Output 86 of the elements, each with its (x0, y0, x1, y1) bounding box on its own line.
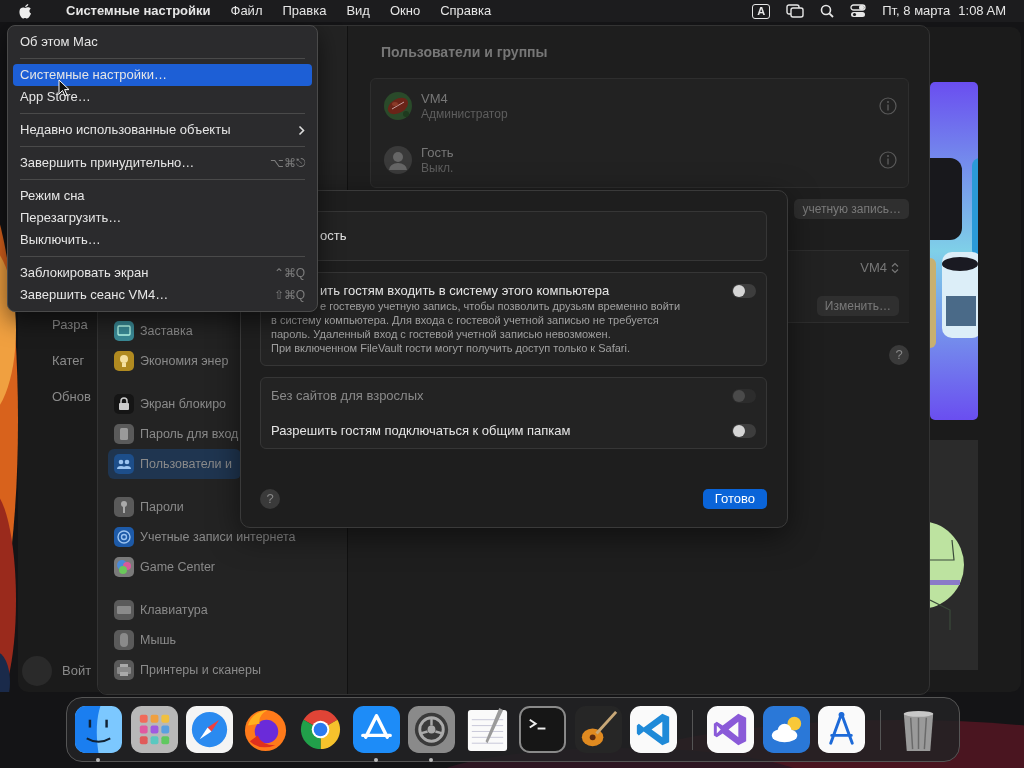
menu-item[interactable]: Выключить… (13, 229, 312, 251)
menu-bar-clock[interactable]: 1:08 AM (958, 1, 1006, 21)
sidebar-item[interactable]: Пароли (108, 492, 190, 522)
terminal-icon[interactable] (519, 706, 566, 753)
chevron-icon (298, 124, 305, 136)
menu-item[interactable]: Перезагрузить… (13, 207, 312, 229)
monitor-icon (114, 321, 134, 341)
toggle-switch[interactable] (732, 284, 756, 298)
avatar-icon (384, 146, 412, 174)
menu-item[interactable]: Заблокировать экран ⌃⌘Q (13, 262, 312, 284)
sidebar-item[interactable]: Катег (52, 353, 85, 369)
toggle-switch[interactable] (732, 423, 756, 438)
sidebar-item[interactable]: Game Center (108, 552, 222, 582)
sidebar-item[interactable]: Экран блокиро (108, 389, 233, 419)
ribbon-icon[interactable] (630, 706, 677, 753)
description-text: в систему компьютера. Для входа с гостевой учетной записью не требуется пароль. Удаленный вход с гостевой учетной записью невозможен. (271, 313, 660, 341)
sidebar-item[interactable]: Пользователи и (108, 449, 241, 479)
menu-item[interactable]: Завершить принудительно… ⌥⌘⎋ (13, 152, 312, 174)
search-icon[interactable] (820, 4, 835, 18)
setting-label: ость (320, 227, 347, 246)
card-icon (114, 424, 134, 444)
sidebar-item[interactable]: Пароль для вход (108, 419, 245, 449)
done-button[interactable]: Готово (702, 489, 767, 509)
people-icon (114, 454, 134, 474)
lock-icon (114, 394, 134, 414)
face-icon[interactable] (75, 706, 122, 753)
menu-title[interactable]: Вид (346, 1, 370, 21)
menu-item[interactable]: Режим сна (13, 185, 312, 207)
toggles-icon[interactable] (850, 4, 867, 18)
shortcut-label: ⇧⌘Q (273, 287, 305, 304)
shortcut-label: ⌥⌘⎋ (270, 155, 305, 172)
updown-chevron-icon (891, 262, 899, 274)
sidebar-item[interactable]: Обнов (52, 389, 91, 405)
sidebar-item[interactable]: Клавиатура (108, 595, 214, 625)
mouse-icon (114, 630, 134, 650)
ribbon-icon[interactable] (707, 706, 754, 753)
sidebar-item[interactable]: Учетные записи интернета (108, 522, 302, 552)
user-role: Выкл. (421, 160, 455, 176)
guitar-icon[interactable] (574, 706, 622, 753)
compass-icon[interactable] (186, 706, 233, 753)
description-text: е гостевую учетную запись, чтобы позволить друзьям временно войти (319, 299, 682, 313)
menu-title[interactable]: Справка (440, 1, 492, 21)
windows-icon[interactable] (786, 4, 805, 18)
sidebar-item[interactable]: Принтеры и сканеры (108, 655, 267, 685)
app-menu[interactable]: Системные настройки (66, 1, 211, 21)
menu-item[interactable]: Недавно использованные объекты (13, 119, 312, 141)
drafting-compass-icon[interactable] (818, 706, 865, 753)
sidebar-item[interactable]: Мышь (108, 625, 182, 655)
grid-icon[interactable] (130, 706, 178, 753)
edit-button[interactable]: Изменить… (816, 296, 899, 316)
keyboard-icon (114, 600, 134, 620)
gear-icon[interactable] (408, 706, 455, 753)
description-text: При включенном FileVault гости могут получить доступ только к Safari. (271, 341, 631, 355)
help-button[interactable]: ? (260, 489, 280, 509)
bulb-icon (114, 351, 134, 371)
printer-icon (114, 660, 134, 680)
page-title: Пользователи и группы (381, 43, 549, 62)
menu-title[interactable]: Файл (230, 1, 263, 21)
user-name: VM4 (421, 90, 449, 107)
setting-label: Разрешить гостям подключаться к общим папкам (271, 421, 571, 440)
sidebar-item[interactable]: Заставка (108, 316, 199, 346)
menu-item[interactable]: Завершить сеанс VM4… ⇧⌘Q (13, 284, 312, 306)
input-source-indicator[interactable]: A (752, 3, 771, 19)
account-label[interactable]: Войт (62, 661, 92, 681)
help-button[interactable]: ? (889, 345, 909, 365)
add-account-button[interactable]: учетную запись… (794, 199, 909, 219)
user-name: Гость (421, 144, 455, 161)
menu-item[interactable]: Системные настройки… (13, 64, 312, 86)
cloud-icon[interactable] (762, 706, 810, 753)
at-sign-icon (114, 527, 134, 547)
setting-label: Без сайтов для взрослых (271, 386, 424, 405)
user-role: Администратор (421, 106, 509, 122)
setting-label: ить гостям входить в систему этого компьютера (320, 283, 610, 299)
sidebar-item[interactable]: Разра (52, 317, 88, 333)
menu-item[interactable]: Об этом Mac (13, 31, 312, 53)
bubbles-icon (114, 557, 134, 577)
menu-item[interactable]: App Store… (13, 86, 312, 108)
shortcut-label: ⌃⌘Q (273, 265, 305, 282)
menu-title[interactable]: Окно (389, 1, 421, 21)
apple-icon[interactable] (18, 3, 32, 19)
user-popup[interactable]: VM4 (860, 259, 899, 277)
letter-a-icon[interactable] (352, 706, 400, 753)
menu-title[interactable]: Правка (282, 1, 327, 21)
sidebar-item[interactable]: Экономия энер (108, 346, 235, 376)
key-icon (114, 497, 134, 517)
menu-bar-date[interactable]: Пт, 8 марта (882, 1, 951, 21)
